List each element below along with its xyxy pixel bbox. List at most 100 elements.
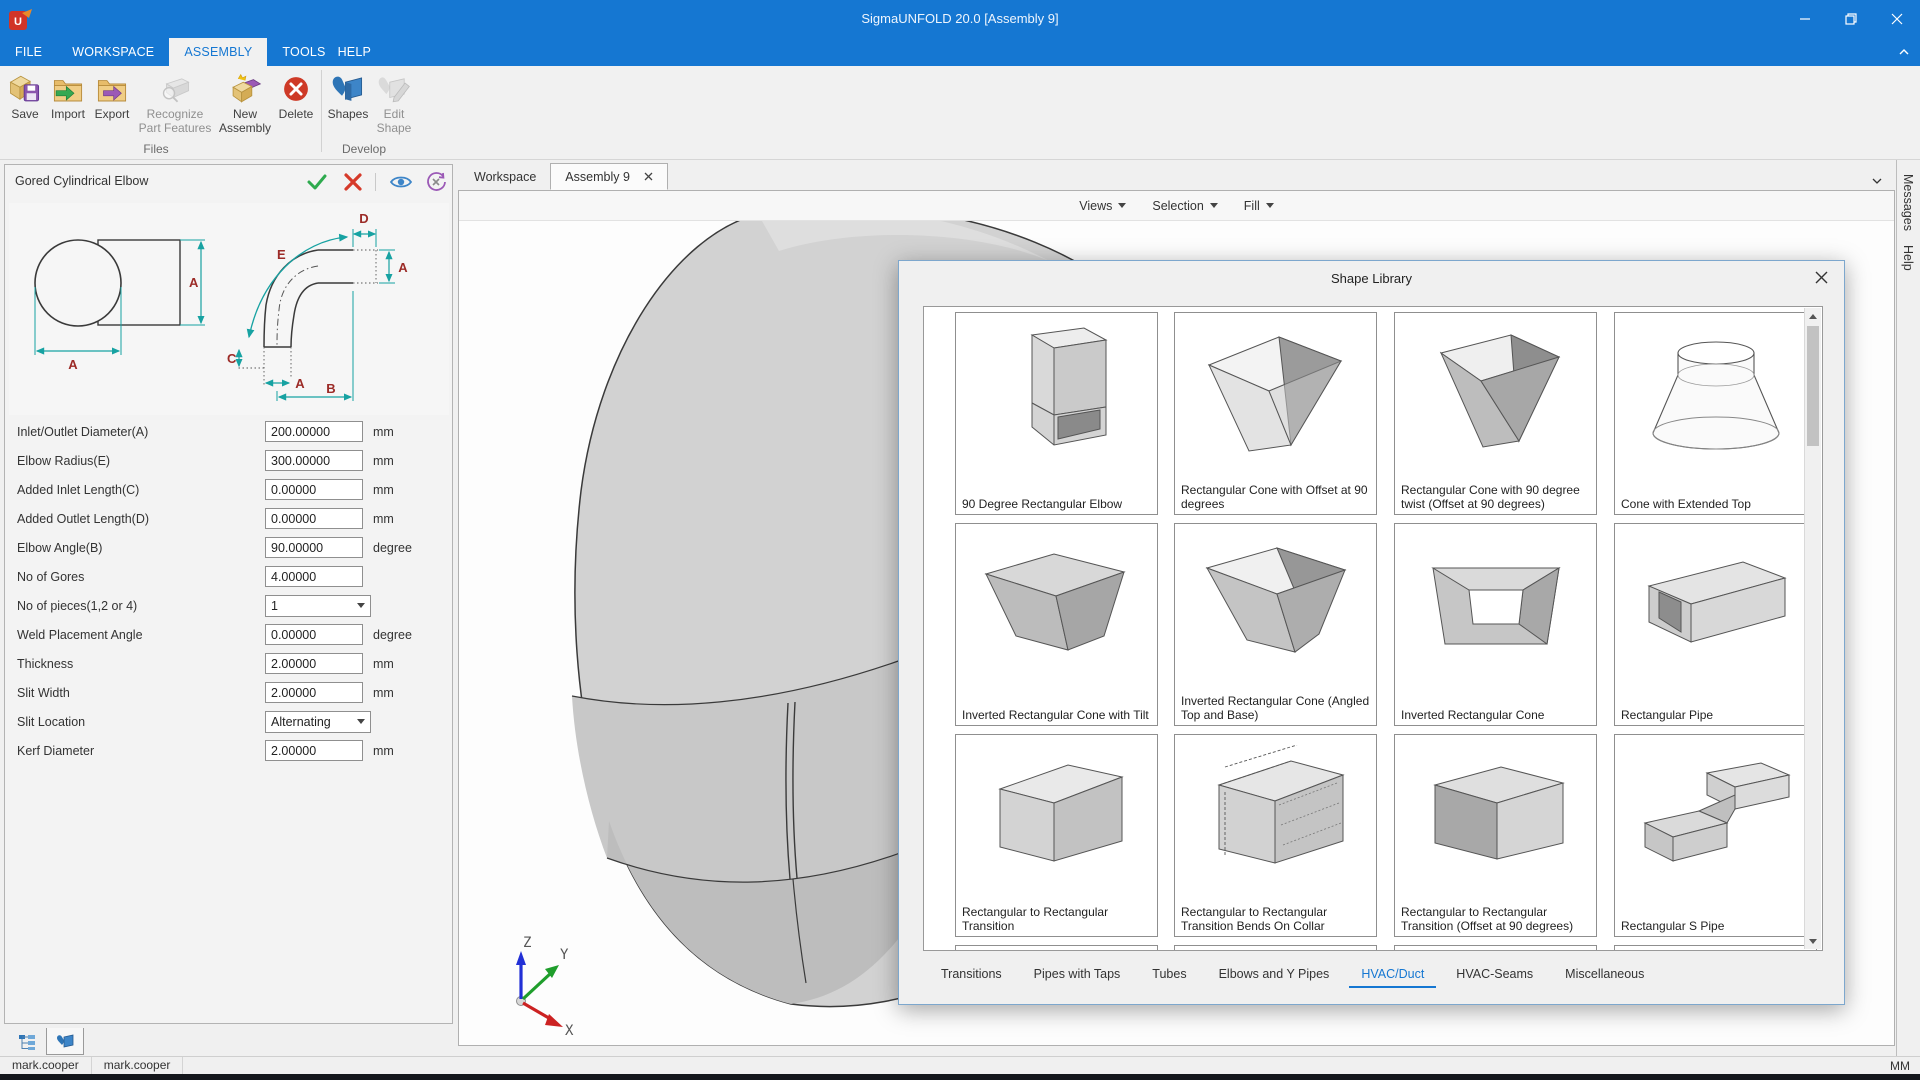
- tab-tubes[interactable]: Tubes: [1140, 963, 1198, 988]
- window-title: SigmaUNFOLD 20.0 [Assembly 9]: [0, 0, 1920, 38]
- status-user-2: mark.cooper: [92, 1057, 184, 1075]
- save-button[interactable]: Save: [4, 70, 46, 122]
- shapes-tab-icon: [56, 1033, 74, 1049]
- recognize-part-features-button: Recognize Part Features: [134, 70, 216, 136]
- added-outlet-length-input[interactable]: [265, 508, 363, 529]
- shape-caption: Rectangular Cone with 90 degree twist (O…: [1401, 483, 1592, 511]
- shape-item[interactable]: Rectangular Cone with Offset at 90 degre…: [1174, 312, 1377, 515]
- shape-caption: 90 Degree Rectangular Elbow: [962, 497, 1153, 511]
- shape-item[interactable]: Cone with Extended Top: [1614, 312, 1817, 515]
- tab-elbows-and-y-pipes[interactable]: Elbows and Y Pipes: [1207, 963, 1342, 988]
- apply-button[interactable]: [305, 171, 329, 193]
- thickness-input[interactable]: [265, 653, 363, 674]
- tree-view-tab[interactable]: [8, 1028, 46, 1055]
- document-tab-bar: Workspace Assembly 9: [460, 163, 668, 190]
- tab-hvac-duct[interactable]: HVAC/Duct: [1349, 963, 1436, 988]
- shape-item[interactable]: Rectangular Pipe: [1614, 523, 1817, 726]
- edit-shape-icon: [377, 72, 411, 106]
- shape-item-partial[interactable]: [1614, 945, 1817, 951]
- menu-tab-tools[interactable]: TOOLS: [267, 38, 331, 66]
- menu-tab-help[interactable]: HELP: [332, 38, 386, 66]
- rect-rect-transition-icon: [960, 737, 1153, 902]
- shape-item[interactable]: Inverted Rectangular Cone with Tilt: [955, 523, 1158, 726]
- param-row: No of pieces(1,2 or 4)1: [5, 591, 452, 620]
- menu-tab-workspace[interactable]: WORKSPACE: [57, 38, 169, 66]
- no-of-pieces-select[interactable]: 1: [265, 595, 371, 617]
- rail-item-help[interactable]: Help: [1901, 245, 1915, 271]
- restore-button[interactable]: [1828, 0, 1874, 38]
- selection-menu[interactable]: Selection: [1152, 199, 1217, 213]
- menu-tab-assembly[interactable]: ASSEMBLY: [169, 38, 267, 66]
- shape-item[interactable]: Rectangular Cone with 90 degree twist (O…: [1394, 312, 1597, 515]
- chevron-down-icon: [357, 719, 365, 724]
- close-button[interactable]: [1874, 0, 1920, 38]
- shape-edit-tab[interactable]: [46, 1028, 84, 1055]
- tab-transitions[interactable]: Transitions: [929, 963, 1014, 988]
- menu-tab-file[interactable]: FILE: [0, 38, 57, 66]
- kerf-diameter-input[interactable]: [265, 740, 363, 761]
- no-of-gores-input[interactable]: [265, 566, 363, 587]
- scroll-down-button[interactable]: [1805, 933, 1821, 949]
- param-row: Added Outlet Length(D)mm: [5, 504, 452, 533]
- shape-item-partial[interactable]: [955, 945, 1158, 951]
- shape-item[interactable]: Inverted Rectangular Cone (Angled Top an…: [1174, 523, 1377, 726]
- close-tab-icon[interactable]: [644, 172, 653, 181]
- views-menu[interactable]: Views: [1079, 199, 1126, 213]
- dim-label: A: [398, 260, 408, 275]
- recognize-part-features-icon: [158, 72, 192, 106]
- shape-grid: 90 Degree Rectangular Elbow Rectangular …: [923, 306, 1823, 951]
- menu-bar: FILE WORKSPACE ASSEMBLY TOOLS HELP: [0, 38, 1920, 66]
- inverted-rect-cone-angled-icon: [1179, 526, 1372, 691]
- elbow-radius-input[interactable]: [265, 450, 363, 471]
- dialog-close-button[interactable]: [1815, 271, 1828, 289]
- collapse-ribbon-chevron-icon[interactable]: [1898, 44, 1910, 62]
- inlet-outlet-diameter-input[interactable]: [265, 421, 363, 442]
- new-assembly-button[interactable]: New Assembly: [216, 70, 274, 136]
- tab-hvac-seams[interactable]: HVAC-Seams: [1444, 963, 1545, 988]
- shape-item[interactable]: Rectangular to Rectangular Transition: [955, 734, 1158, 937]
- app-window: U SigmaUNFOLD 20.0 [Assembly 9] FILE WOR…: [0, 0, 1920, 1080]
- new-assembly-icon: [228, 72, 262, 106]
- tab-overflow-chevron-icon[interactable]: [1872, 172, 1882, 190]
- shape-category-tabs: Transitions Pipes with Taps Tubes Elbows…: [929, 963, 1656, 988]
- delete-button[interactable]: Delete: [274, 70, 318, 122]
- shape-item-partial[interactable]: [1394, 945, 1597, 951]
- rect-elbow-90-icon: [960, 315, 1153, 480]
- grid-scrollbar[interactable]: [1804, 308, 1821, 949]
- edit-shape-button: Edit Shape: [371, 70, 417, 136]
- scrollbar-thumb[interactable]: [1807, 326, 1819, 446]
- tab-miscellaneous[interactable]: Miscellaneous: [1553, 963, 1656, 988]
- slit-width-input[interactable]: [265, 682, 363, 703]
- shape-caption: Rectangular to Rectangular Transition: [962, 905, 1153, 933]
- tab-pipes-with-taps[interactable]: Pipes with Taps: [1022, 963, 1133, 988]
- minimize-button[interactable]: [1782, 0, 1828, 38]
- import-button[interactable]: Import: [46, 70, 90, 122]
- added-inlet-length-input[interactable]: [265, 479, 363, 500]
- shapes-button[interactable]: Shapes: [325, 70, 371, 122]
- ribbon-group-files: Files: [0, 142, 312, 156]
- rect-pipe-icon: [1619, 526, 1812, 691]
- delete-icon: [279, 72, 313, 106]
- shape-item[interactable]: 90 Degree Rectangular Elbow: [955, 312, 1158, 515]
- ribbon: Save Import Export: [0, 66, 1920, 160]
- tab-assembly-9[interactable]: Assembly 9: [550, 163, 668, 190]
- shape-item[interactable]: Rectangular S Pipe: [1614, 734, 1817, 937]
- shape-parameters-panel: Gored Cylindrical Elbow: [4, 164, 453, 1024]
- rail-item-messages[interactable]: Messages: [1901, 174, 1915, 231]
- preview-eye-button[interactable]: [389, 171, 413, 193]
- scroll-up-button[interactable]: [1805, 308, 1821, 324]
- reset-view-button[interactable]: [424, 171, 448, 193]
- fill-menu[interactable]: Fill: [1244, 199, 1274, 213]
- shape-item[interactable]: Rectangular to Rectangular Transition (O…: [1394, 734, 1597, 937]
- shape-item-partial[interactable]: [1174, 945, 1377, 951]
- elbow-angle-input[interactable]: [265, 537, 363, 558]
- shape-item[interactable]: Inverted Rectangular Cone: [1394, 523, 1597, 726]
- export-button[interactable]: Export: [90, 70, 134, 122]
- inlet-diagram: A A: [13, 205, 218, 415]
- cancel-button[interactable]: [341, 171, 365, 193]
- status-user-1: mark.cooper: [0, 1057, 92, 1075]
- shape-item[interactable]: Rectangular to Rectangular Transition Be…: [1174, 734, 1377, 937]
- tab-workspace[interactable]: Workspace: [460, 163, 550, 190]
- slit-location-select[interactable]: Alternating: [265, 711, 371, 733]
- weld-placement-angle-input[interactable]: [265, 624, 363, 645]
